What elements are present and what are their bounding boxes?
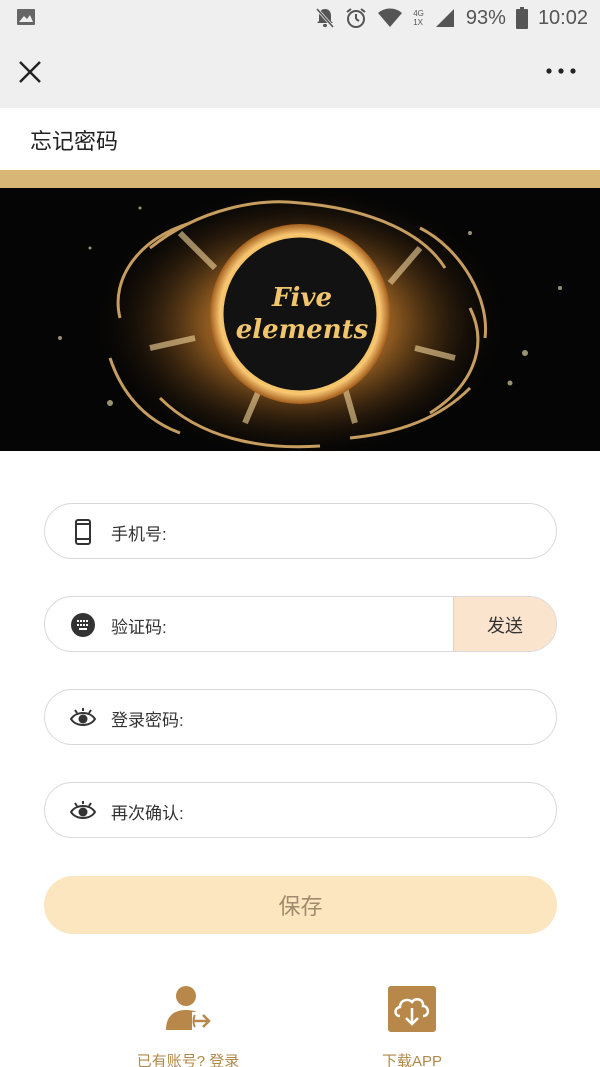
confirm-password-label: 再次确认: — [111, 804, 184, 823]
phone-label: 手机号: — [111, 525, 167, 544]
eye-icon — [69, 708, 97, 726]
five-elements-banner: Five elements — [0, 188, 600, 451]
alarm-icon — [346, 8, 366, 28]
send-code-button[interactable]: 发送 — [453, 597, 556, 651]
verification-code-label: 验证码: — [111, 618, 167, 637]
close-icon[interactable] — [16, 58, 44, 86]
login-link[interactable]: 已有账号? 登录 — [118, 984, 258, 1067]
banner-text-line2: elements — [236, 315, 369, 345]
clock-time: 10:02 — [537, 6, 588, 29]
status-bar: 4G 1X 93% 10:02 — [0, 0, 600, 36]
confirm-password-input[interactable] — [205, 791, 485, 831]
phone-input[interactable] — [205, 512, 485, 552]
verification-code-field[interactable]: 验证码: 发送 — [44, 596, 557, 652]
save-button-label: 保存 — [278, 894, 323, 919]
network-badge: 4G 1X — [413, 9, 424, 27]
battery-icon — [515, 7, 528, 29]
eye-icon — [69, 801, 97, 819]
password-label: 登录密码: — [111, 711, 184, 730]
banner-artwork: Five elements — [0, 188, 600, 451]
download-app-label: 下载APP — [381, 1053, 442, 1067]
download-app-link[interactable]: 下载APP — [342, 984, 482, 1067]
battery-percent: 93% — [465, 6, 506, 29]
password-field[interactable]: 登录密码: — [44, 689, 557, 745]
login-link-label: 已有账号? 登录 — [136, 1053, 240, 1067]
confirm-password-field[interactable]: 再次确认: — [44, 782, 557, 838]
page-header: 忘记密码 — [0, 108, 600, 170]
more-dots-icon[interactable] — [546, 66, 576, 76]
signal-icon — [435, 9, 454, 27]
gold-divider — [0, 170, 600, 188]
nav-bar — [0, 36, 600, 108]
bell-muted-icon — [316, 8, 335, 28]
gallery-notification-icon — [17, 9, 35, 25]
keypad-icon — [71, 613, 95, 637]
banner-text-line1: Five — [271, 283, 332, 313]
phone-field[interactable]: 手机号: — [44, 503, 557, 559]
password-input[interactable] — [205, 698, 485, 738]
user-login-icon — [166, 986, 214, 1030]
phone-icon — [75, 519, 91, 545]
page-title: 忘记密码 — [30, 129, 119, 154]
save-button[interactable]: 保存 — [44, 876, 557, 934]
cloud-download-icon — [388, 986, 436, 1032]
wifi-icon — [378, 8, 403, 27]
verification-code-input[interactable] — [205, 605, 445, 645]
